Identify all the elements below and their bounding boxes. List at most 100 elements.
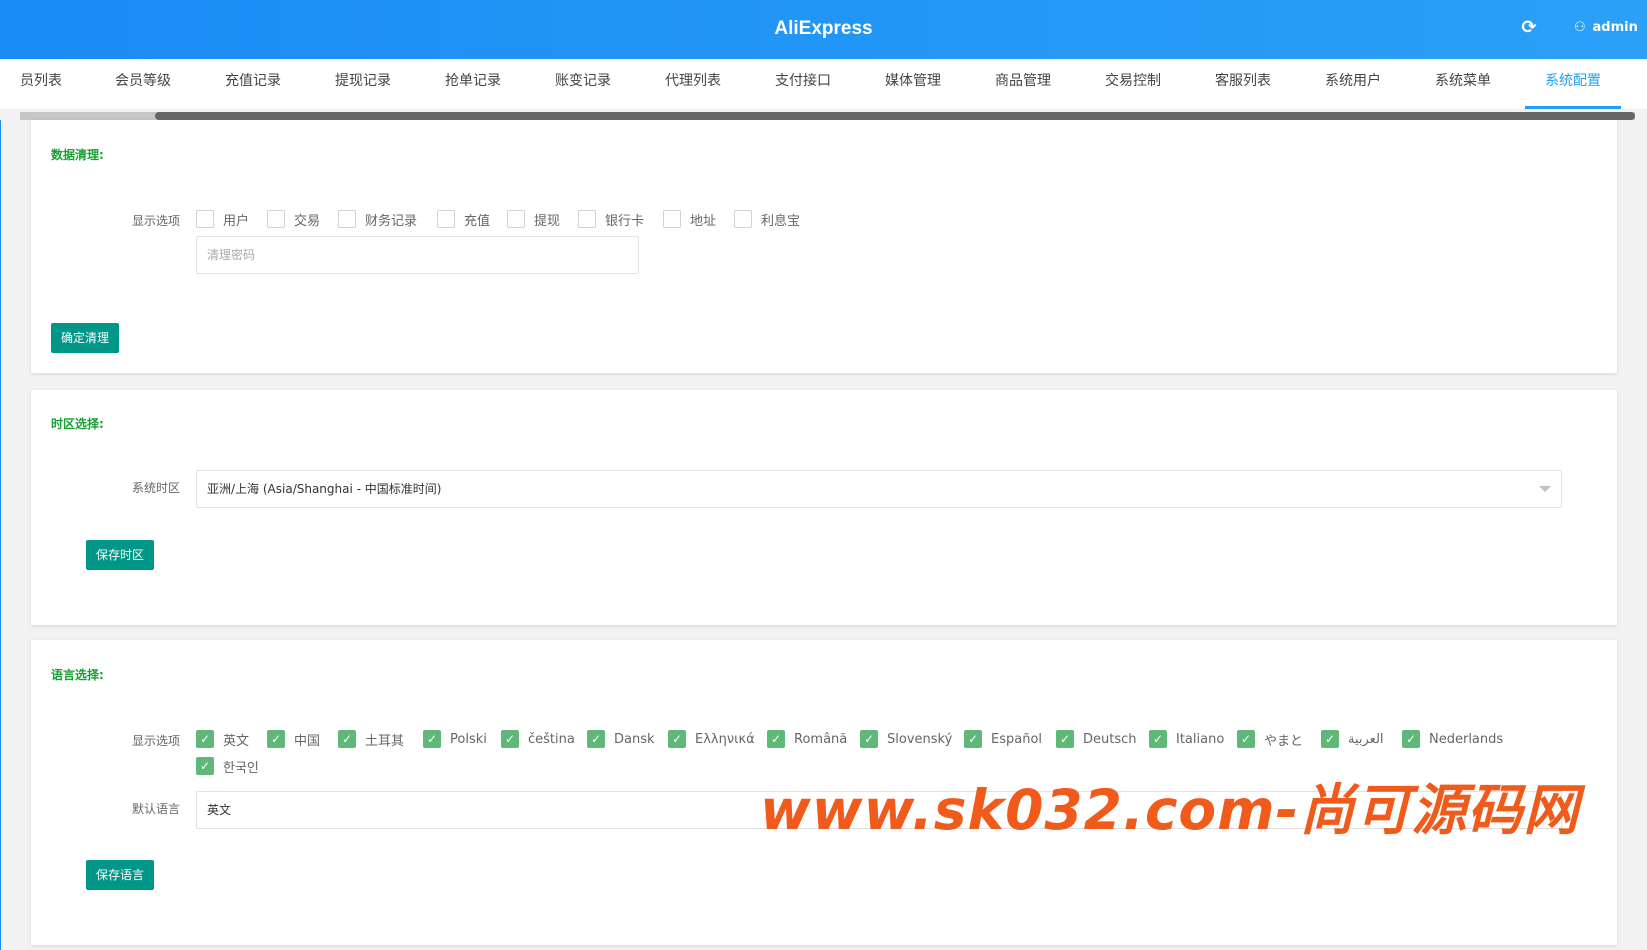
save-language-button[interactable]: 保存语言 [86,860,155,890]
check-icon[interactable]: ✓ [501,730,519,748]
lang-option-polish[interactable]: ✓ Polski [423,729,487,749]
option-label: Română [794,731,848,747]
tab-trade-control[interactable]: 交易控制 [1085,59,1181,109]
timezone-title: 时区选择: [51,417,104,431]
option-label: 地址 [690,213,717,229]
check-icon[interactable]: ✓ [964,730,982,748]
tab-recharge-records[interactable]: 充值记录 [205,59,301,109]
left-edge [0,120,1,950]
lang-option-danish[interactable]: ✓ Dansk [587,729,655,749]
username: admin [1592,20,1638,35]
lang-option-romanian[interactable]: ✓ Română [767,729,847,749]
top-header: AliExpress ⟳ ⚇ admin [0,0,1647,59]
option-label: 中国 [294,733,321,749]
tab-member-list[interactable]: 员列表 [0,59,82,109]
tab-member-level[interactable]: 会员等级 [95,59,191,109]
language-title: 语言选择: [51,668,104,682]
option-label: 银行卡 [605,213,645,229]
tab-media-management[interactable]: 媒体管理 [865,59,961,109]
check-icon[interactable]: ✓ [1237,730,1255,748]
lang-option-german[interactable]: ✓ Deutsch [1056,729,1137,749]
option-label: 한국인 [223,760,259,776]
clean-option-users[interactable]: 用户 [196,209,249,229]
option-label: Español [991,731,1043,747]
default-language-value: 英文 [207,803,232,817]
clean-option-recharge[interactable]: 充值 [437,209,490,229]
tab-account-changes[interactable]: 账变记录 [535,59,631,109]
lang-option-dutch[interactable]: ✓ Nederlands [1402,729,1503,749]
checkbox[interactable] [663,210,681,228]
check-icon[interactable]: ✓ [423,730,441,748]
lang-option-czech[interactable]: ✓ čeština [501,729,575,749]
lang-option-english[interactable]: ✓ 英文 [196,729,249,749]
check-icon[interactable]: ✓ [1402,730,1420,748]
tab-order-records[interactable]: 抢单记录 [425,59,521,109]
tab-scrollbar[interactable] [20,112,1635,120]
clean-password-input[interactable]: 清理密码 [196,236,639,274]
lang-option-chinese[interactable]: ✓ 中国 [267,729,320,749]
tab-agent-list[interactable]: 代理列表 [645,59,741,109]
lang-option-japanese[interactable]: ✓ やまと [1237,729,1303,749]
tab-support-list[interactable]: 客服列表 [1195,59,1291,109]
option-label: 财务记录 [365,213,418,229]
save-timezone-button[interactable]: 保存时区 [86,540,155,570]
clean-option-withdraw[interactable]: 提现 [507,209,560,229]
clean-option-finance[interactable]: 财务记录 [338,209,417,229]
check-icon[interactable]: ✓ [668,730,686,748]
check-icon[interactable]: ✓ [267,730,285,748]
checkbox[interactable] [507,210,525,228]
confirm-clean-button[interactable]: 确定清理 [51,323,120,353]
clean-option-interest[interactable]: 利息宝 [734,209,800,229]
tab-withdraw-records[interactable]: 提现记录 [315,59,411,109]
chevron-down-icon [1539,486,1551,492]
tab-scrollbar-thumb[interactable] [155,112,1635,120]
user-menu[interactable]: ⚇ admin [1574,20,1638,35]
checkbox[interactable] [578,210,596,228]
option-label: čeština [528,731,575,747]
check-icon[interactable]: ✓ [860,730,878,748]
lang-option-greek[interactable]: ✓ Ελληνικά [668,729,755,749]
check-icon[interactable]: ✓ [196,757,214,775]
option-label: 英文 [223,733,250,749]
data-clean-card: 数据清理: 显示选项 用户 交易 财务记录 充值 提现 银行卡 地址 利息宝 清… [31,120,1617,373]
clean-option-address[interactable]: 地址 [663,209,716,229]
check-icon[interactable]: ✓ [1321,730,1339,748]
clean-option-bank-card[interactable]: 银行卡 [578,209,644,229]
option-label: 充值 [464,213,491,229]
checkbox[interactable] [338,210,356,228]
lang-option-korean[interactable]: ✓ 한국인 [196,756,259,776]
lang-option-slovak[interactable]: ✓ Slovenský [860,729,952,749]
watermark-text: www.sk032.com-尚可源码网 [760,778,1580,842]
default-language-label: 默认语言 [132,802,181,816]
refresh-icon[interactable]: ⟳ [1519,18,1539,38]
checkbox[interactable] [437,210,455,228]
option-label: العربية [1348,731,1384,747]
lang-option-turkish[interactable]: ✓ 土耳其 [338,729,404,749]
checkbox[interactable] [734,210,752,228]
user-icon: ⚇ [1574,20,1586,35]
check-icon[interactable]: ✓ [196,730,214,748]
check-icon[interactable]: ✓ [1056,730,1074,748]
option-label: 交易 [294,213,321,229]
checkbox[interactable] [196,210,214,228]
checkbox[interactable] [267,210,285,228]
check-icon[interactable]: ✓ [1149,730,1167,748]
tab-system-users[interactable]: 系统用户 [1305,59,1401,109]
option-label: 用户 [223,213,250,229]
language-options-label: 显示选项 [132,734,181,748]
check-icon[interactable]: ✓ [587,730,605,748]
option-label: 土耳其 [365,733,405,749]
check-icon[interactable]: ✓ [767,730,785,748]
clean-option-trades[interactable]: 交易 [267,209,320,229]
tab-system-config[interactable]: 系统配置 [1525,59,1621,109]
tab-payment-interface[interactable]: 支付接口 [755,59,851,109]
timezone-select[interactable]: 亚洲/上海 (Asia/Shanghai - 中国标准时间) [196,470,1562,508]
tab-product-management[interactable]: 商品管理 [975,59,1071,109]
tab-system-menu[interactable]: 系统菜单 [1415,59,1511,109]
check-icon[interactable]: ✓ [338,730,356,748]
app-title: AliExpress [774,18,873,39]
lang-option-arabic[interactable]: ✓ العربية [1321,729,1384,749]
lang-option-spanish[interactable]: ✓ Español [964,729,1042,749]
lang-option-italian[interactable]: ✓ Italiano [1149,729,1224,749]
timezone-value: 亚洲/上海 (Asia/Shanghai - 中国标准时间) [207,482,442,496]
